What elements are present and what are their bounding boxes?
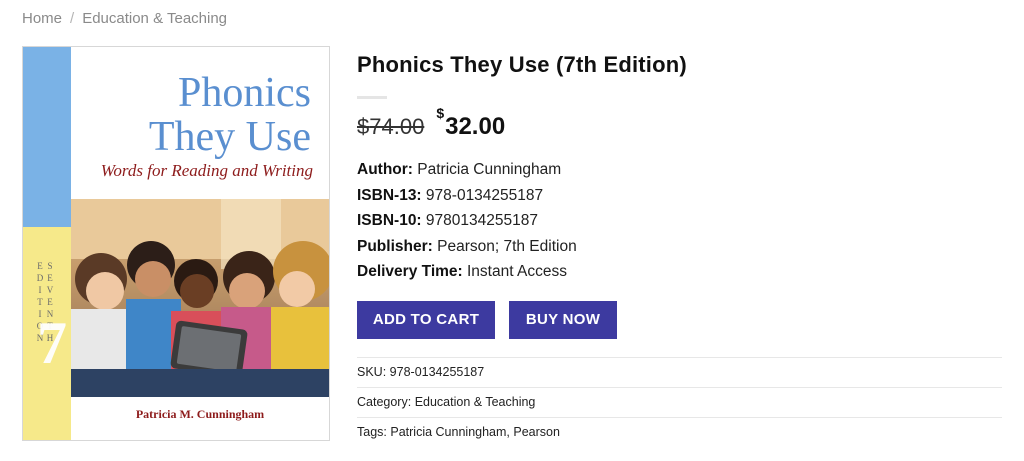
regular-price-amount: 74.00 (369, 114, 425, 139)
tag-link-publisher[interactable]: Pearson (513, 425, 560, 439)
detail-value: Instant Access (467, 263, 567, 280)
category-link[interactable]: Education & Teaching (415, 395, 536, 409)
detail-delivery-time: Delivery Time: Instant Access (357, 259, 1002, 285)
breadcrumb: Home / Education & Teaching (22, 10, 227, 27)
cover-photo-illustration (71, 199, 329, 397)
tags-label: Tags: (357, 425, 387, 439)
cover-subtitle: Words for Reading and Writing (100, 161, 313, 180)
detail-label: ISBN-10: (357, 212, 422, 229)
product-image[interactable]: SEVENTH EDITION 7 Phonics They Use Words… (22, 46, 330, 441)
detail-isbn10: ISBN-10: 9780134255187 (357, 208, 1002, 234)
cover-spine-blue (23, 47, 71, 227)
category-label: Category: (357, 395, 412, 409)
title-divider (357, 96, 387, 99)
cover-title: Phonics They Use (149, 71, 311, 159)
cover-author: Patricia M. Cunningham (135, 407, 265, 421)
add-to-cart-button[interactable]: ADD TO CART (357, 300, 495, 339)
product-meta: SKU: 978-0134255187 Category: Education … (357, 356, 1002, 447)
regular-price-currency: $ (357, 114, 370, 139)
detail-label: ISBN-13: (357, 186, 422, 204)
category-row: Category: Education & Teaching (357, 386, 1002, 417)
detail-author: Author: Patricia Cunningham (357, 157, 1002, 183)
detail-label: Author: (357, 161, 413, 178)
regular-price: $74.00 (357, 114, 424, 140)
detail-value: 978-0134255187 (425, 186, 544, 204)
tag-separator: , (506, 425, 510, 439)
sku-row: SKU: 978-0134255187 (357, 356, 1002, 387)
cover-photo-children-with-tablet (71, 199, 329, 397)
product-price: $74.00 $32.00 (357, 105, 1002, 141)
detail-label: Delivery Time: (357, 263, 463, 280)
sale-price: $32.00 (436, 105, 506, 141)
cover-title-line1: Phonics (177, 70, 311, 116)
detail-value: 9780134255187 (425, 212, 538, 229)
tag-link-author[interactable]: Patricia Cunningham (390, 425, 506, 439)
detail-label: Publisher: (357, 237, 433, 255)
cover-title-line2: They Use (148, 114, 311, 160)
breadcrumb-category-link[interactable]: Education & Teaching (82, 10, 227, 27)
detail-value: Pearson; 7th Edition (437, 237, 577, 255)
sale-price-currency: $ (436, 105, 445, 121)
sku-value: 978-0134255187 (389, 365, 485, 379)
product-summary: Phonics They Use (7th Edition) $74.00 $3… (357, 52, 1002, 447)
breadcrumb-separator: / (70, 10, 75, 27)
detail-isbn13: ISBN-13: 978-0134255187 (357, 183, 1002, 209)
sale-price-amount: 32.00 (445, 113, 506, 140)
product-details: Author: Patricia Cunningham ISBN-13: 978… (357, 157, 1002, 285)
product-title: Phonics They Use (7th Edition) (357, 52, 687, 77)
buy-now-button[interactable]: BUY NOW (509, 300, 617, 339)
tags-row: Tags: Patricia Cunningham, Pearson (357, 416, 1002, 447)
breadcrumb-home-link[interactable]: Home (22, 10, 62, 27)
cover-spine-number: 7 (37, 310, 67, 376)
detail-value: Patricia Cunningham (417, 161, 562, 178)
detail-publisher: Publisher: Pearson; 7th Edition (357, 234, 1002, 260)
sku-label: SKU: (357, 365, 387, 379)
purchase-actions: ADD TO CART BUY NOW (357, 300, 1002, 339)
